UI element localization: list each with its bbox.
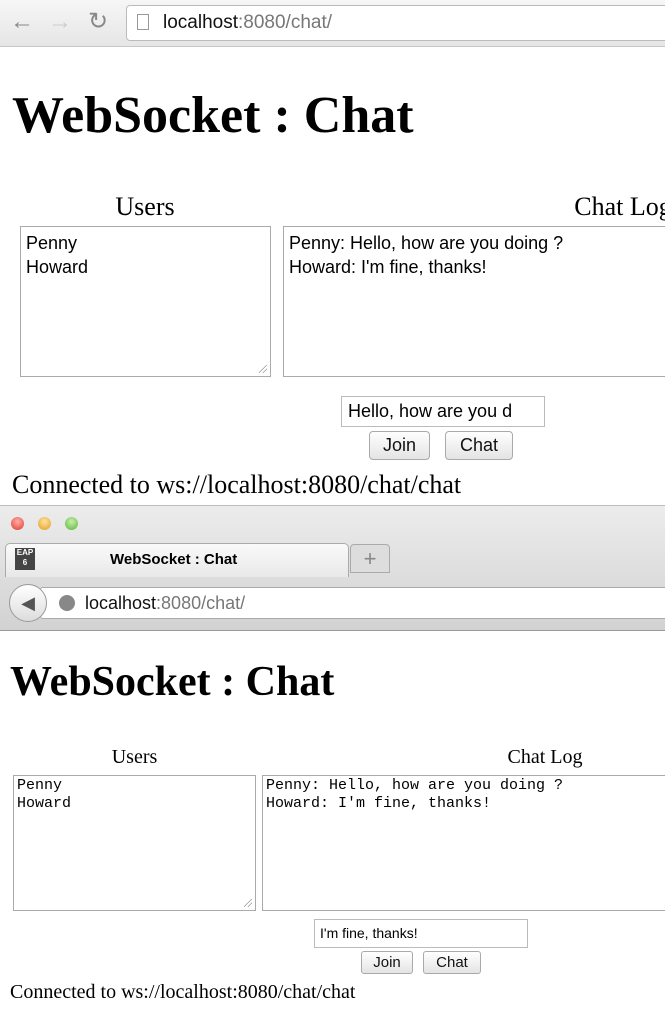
chat-button[interactable]: Chat <box>423 951 481 974</box>
resize-handle-icon[interactable] <box>259 365 267 373</box>
join-button[interactable]: Join <box>369 431 430 460</box>
users-label: Users <box>115 192 175 221</box>
url-host: localhost <box>163 12 238 33</box>
page-title: WebSocket : Chat <box>12 87 414 144</box>
page-title: WebSocket : Chat <box>10 659 335 705</box>
resize-handle-icon[interactable] <box>244 899 252 907</box>
tab-websocket-chat[interactable]: EAP 6 WebSocket : Chat <box>5 543 349 577</box>
message-input[interactable]: I'm fine, thanks! <box>314 919 528 948</box>
url-path: :8080/chat/ <box>156 593 246 613</box>
chatlog-label: Chat Log <box>507 746 583 768</box>
back-icon[interactable]: ← <box>10 8 34 36</box>
reload-icon[interactable]: ↻ <box>88 7 108 36</box>
url-path: :8080/chat/ <box>238 12 333 33</box>
new-tab-button[interactable]: + <box>350 544 390 573</box>
back-button[interactable]: ◀ <box>9 584 47 622</box>
chatlog-textarea[interactable]: Penny: Hello, how are you doing ? Howard… <box>283 226 665 377</box>
url: localhost:8080/chat/ <box>85 593 245 614</box>
chatlog-textarea[interactable]: Penny: Hello, how are you doing ? Howard… <box>262 775 665 911</box>
connection-status: Connected to ws://localhost:8080/chat/ch… <box>10 981 356 1003</box>
eap6-icon: EAP 6 <box>15 548 35 570</box>
chat-button[interactable]: Chat <box>445 431 513 460</box>
users-label: Users <box>111 746 158 768</box>
users-textarea[interactable]: Penny Howard <box>13 775 256 911</box>
url-host: localhost <box>85 593 157 613</box>
join-button[interactable]: Join <box>361 951 413 974</box>
maximize-window-icon[interactable] <box>65 517 78 530</box>
close-window-icon[interactable] <box>11 517 24 530</box>
address-bar[interactable]: localhost:8080/chat/ <box>40 587 665 619</box>
users-textarea[interactable]: Penny Howard <box>20 226 271 377</box>
forward-icon[interactable]: → <box>48 8 72 36</box>
url: localhost:8080/chat/ <box>163 12 332 34</box>
chatlog-label: Chat Log <box>574 192 665 221</box>
message-input[interactable]: Hello, how are you d <box>341 396 545 427</box>
connection-status: Connected to ws://localhost:8080/chat/ch… <box>12 470 462 499</box>
address-bar[interactable]: localhost:8080/chat/ <box>126 5 665 41</box>
page-icon <box>137 14 149 30</box>
tab-title: WebSocket : Chat <box>110 551 238 568</box>
minimize-window-icon[interactable] <box>38 517 51 530</box>
globe-icon <box>59 595 75 611</box>
